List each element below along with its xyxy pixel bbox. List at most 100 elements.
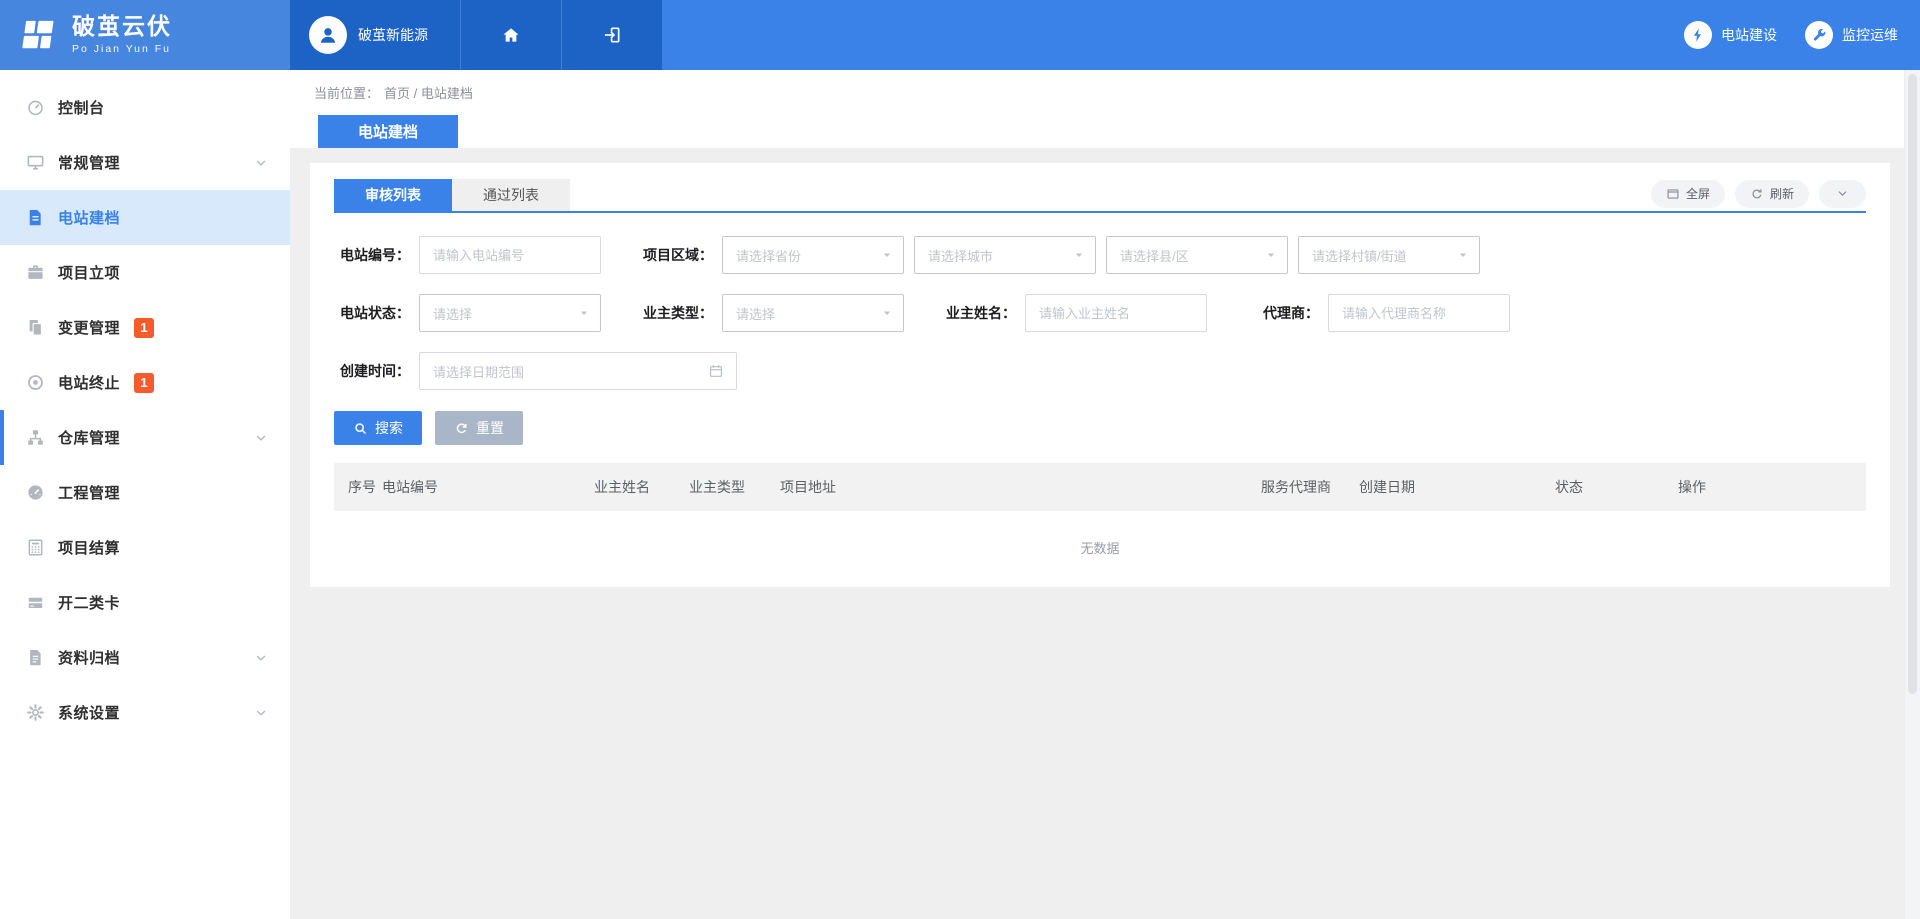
agent-group: 代理商： (1243, 294, 1510, 332)
sidebar-item-change-mgmt[interactable]: 变更管理 1 (0, 300, 290, 355)
fullscreen-label: 全屏 (1686, 185, 1710, 202)
wrench-icon (1811, 27, 1827, 43)
app-logo-text: 破茧云伏 Po Jian Yun Fu (72, 15, 172, 55)
notification-badge: 1 (134, 373, 154, 393)
search-button[interactable]: 搜索 (334, 411, 422, 445)
create-time-group: 创建时间： 请选择日期范围 (334, 352, 737, 390)
filter-row-1: 电站编号： 项目区域： 请选择省份 请选择城市请选择县/区 请选择村镇/街道 (334, 236, 1866, 274)
station-status-group: 电站状态： 请选择 (334, 294, 601, 332)
briefcase-icon (26, 263, 45, 282)
date-range-placeholder: 请选择日期范围 (433, 362, 524, 381)
chevron-down-icon (1836, 187, 1849, 200)
table-header-cell: 序号 (348, 477, 382, 497)
chevron-down-icon (254, 156, 268, 170)
owner-type-group: 业主类型： 请选择 (637, 294, 904, 332)
reset-label: 重置 (476, 418, 504, 438)
sitemap-icon (26, 428, 45, 447)
sidebar-item-label: 仓库管理 (58, 427, 120, 448)
sidebar-item-station-termination[interactable]: 电站终止 1 (0, 355, 290, 410)
gear-icon (26, 703, 45, 722)
gauge-icon (26, 483, 45, 502)
app-title: 破茧云伏 (72, 15, 172, 38)
sidebar-item-type2-card[interactable]: 开二类卡 (0, 575, 290, 630)
monitor-icon (26, 153, 45, 172)
caret-down-icon (880, 306, 894, 320)
fullscreen-icon (1666, 187, 1680, 201)
sidebar-item-label: 控制台 (58, 97, 105, 118)
reset-button[interactable]: 重置 (435, 411, 523, 445)
sidebar-item-data-archive[interactable]: 资料归档 (0, 630, 290, 685)
agent-input[interactable] (1328, 294, 1510, 332)
owner-type-label: 业主类型： (637, 303, 722, 323)
home-button[interactable] (460, 0, 561, 70)
tab-passed-list[interactable]: 通过列表 (452, 179, 570, 211)
document-icon (26, 208, 45, 227)
date-range-picker[interactable]: 请选择日期范围 (419, 352, 737, 390)
region-label: 项目区域： (637, 245, 722, 265)
user-menu[interactable]: 破茧新能源 (290, 0, 460, 70)
sidebar-item-general-mgmt[interactable]: 常规管理 (0, 135, 290, 190)
avatar[interactable] (309, 16, 347, 54)
content-area: 审核列表通过列表 全屏 刷新 (290, 148, 1920, 919)
station-status-label: 电站状态： (334, 303, 419, 323)
nav-station-construction[interactable]: 电站建设 (1684, 21, 1777, 49)
station-no-group: 电站编号： (334, 236, 601, 274)
station-status-select[interactable]: 请选择 (419, 294, 601, 332)
caret-down-icon (880, 248, 894, 262)
scrollbar-track[interactable] (1904, 70, 1920, 919)
region-city-select[interactable]: 请选择城市 (914, 236, 1096, 274)
scrollbar-thumb[interactable] (1908, 74, 1917, 694)
chevron-down-icon (254, 651, 268, 665)
main-area: 当前位置： 首页 / 电站建档 电站建档 审核列表通过列表 全屏 (290, 70, 1920, 919)
fullscreen-button[interactable]: 全屏 (1651, 180, 1725, 208)
owner-type-select[interactable]: 请选择 (722, 294, 904, 332)
owner-name-input[interactable] (1025, 294, 1207, 332)
home-icon (501, 25, 521, 45)
sidebar-item-label: 电站终止 (58, 372, 120, 393)
caret-down-icon (1456, 248, 1470, 262)
card-tabs-row: 审核列表通过列表 全屏 刷新 (334, 163, 1866, 213)
station-no-input[interactable] (419, 236, 601, 274)
table-header-cell: 操作 (1678, 477, 1866, 497)
sidebar-item-warehouse-mgmt[interactable]: 仓库管理 (0, 410, 290, 465)
station-status-placeholder: 请选择 (433, 304, 472, 323)
filter-actions: 搜索 重置 (334, 411, 1866, 445)
sidebar-item-label: 电站建档 (58, 207, 120, 228)
collapse-filters-button[interactable] (1819, 180, 1866, 208)
page-tab-station-archive[interactable]: 电站建档 (318, 115, 458, 148)
chevron-down-icon (254, 431, 268, 445)
search-icon (353, 421, 368, 436)
sidebar-item-label: 变更管理 (58, 317, 120, 338)
empty-state: 无数据 (334, 511, 1866, 584)
sidebar-item-project-settlement[interactable]: 项目结算 (0, 520, 290, 575)
sidebar-item-engineering-mgmt[interactable]: 工程管理 (0, 465, 290, 520)
sidebar-item-station-archive[interactable]: 电站建档 (0, 190, 290, 245)
user-icon (317, 24, 339, 46)
region-county-select[interactable]: 请选择县/区 (1106, 236, 1288, 274)
tab-review-list[interactable]: 审核列表 (334, 179, 452, 211)
sidebar-item-console[interactable]: 控制台 (0, 80, 290, 135)
refresh-button[interactable]: 刷新 (1735, 180, 1809, 208)
lightning-icon (1690, 27, 1706, 43)
wrench-icon-circle (1805, 21, 1833, 49)
breadcrumb: 当前位置： 首页 / 电站建档 (290, 70, 1920, 115)
notification-badge: 1 (134, 318, 154, 338)
header-nav: 电站建设监控运维 (1684, 0, 1920, 70)
sidebar-item-label: 项目结算 (58, 537, 120, 558)
sidebar-item-label: 系统设置 (58, 702, 120, 723)
region-province-select[interactable]: 请选择省份 (722, 236, 904, 274)
table-header: 序号电站编号业主姓名业主类型项目地址服务代理商创建日期状态操作 (334, 463, 1866, 511)
sidebar-item-system-settings[interactable]: 系统设置 (0, 685, 290, 740)
caret-down-icon (1264, 248, 1278, 262)
logout-button[interactable] (561, 0, 662, 70)
breadcrumb-path[interactable]: 首页 / 电站建档 (384, 83, 473, 102)
calendar-icon (708, 363, 724, 379)
select-placeholder: 请选择省份 (736, 246, 801, 265)
select-placeholder: 请选择村镇/街道 (1312, 246, 1407, 265)
card-tab-group: 审核列表通过列表 (334, 179, 570, 211)
sidebar-item-project-initiation[interactable]: 项目立项 (0, 245, 290, 300)
nav-monitoring-ops[interactable]: 监控运维 (1805, 21, 1898, 49)
app-logo: 破茧云伏 Po Jian Yun Fu (0, 0, 290, 70)
sidebar-item-label: 开二类卡 (58, 592, 120, 613)
region-town-select[interactable]: 请选择村镇/街道 (1298, 236, 1480, 274)
